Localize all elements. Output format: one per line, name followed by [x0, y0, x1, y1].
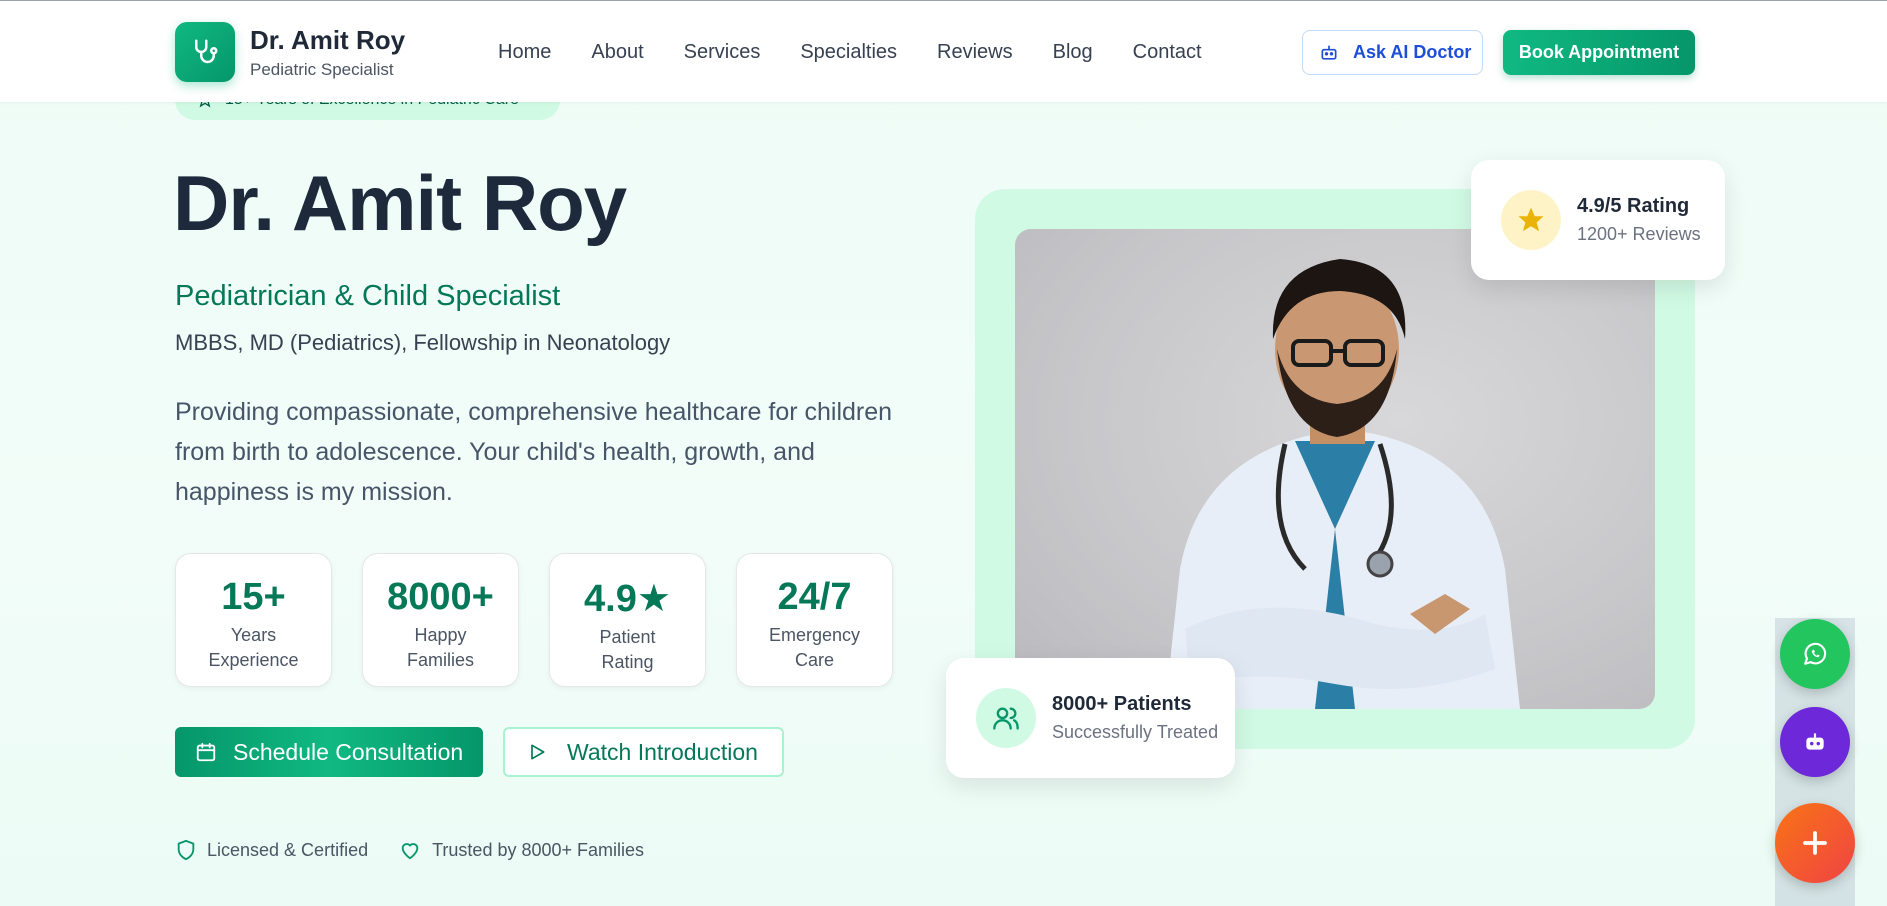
- play-icon: [531, 744, 545, 760]
- star-icon: [1518, 207, 1544, 232]
- quick-actions-button[interactable]: [1775, 803, 1855, 883]
- stat-value: 15+: [221, 576, 286, 618]
- nav-home[interactable]: Home: [498, 41, 551, 64]
- stat-card-experience: 15+ Years Experience: [175, 553, 332, 687]
- watch-introduction-label: Watch Introduction: [567, 738, 758, 765]
- stethoscope-icon: [195, 39, 218, 64]
- hero-subtitle: Pediatrician & Child Specialist: [175, 280, 561, 312]
- nav-contact[interactable]: Contact: [1133, 41, 1202, 64]
- trust-indicators: Licensed & Certified Trusted by 8000+ Fa…: [175, 838, 674, 862]
- patients-subtitle: Successfully Treated: [1052, 722, 1219, 742]
- heart-icon: [401, 843, 419, 860]
- brand-name[interactable]: Dr. Amit Roy: [250, 25, 405, 56]
- watch-introduction-button[interactable]: Watch Introduction: [503, 727, 784, 777]
- stat-value: 24/7: [777, 576, 852, 618]
- stats-row: 15+ Years Experience 8000+ Happy Familie…: [175, 553, 923, 687]
- rating-card: 4.9/5 Rating 1200+ Reviews: [1471, 160, 1725, 280]
- trust-item-licensed: Licensed & Certified: [175, 838, 368, 862]
- logo[interactable]: [175, 22, 235, 82]
- plus-icon: [1803, 831, 1827, 855]
- book-appointment-button[interactable]: Book Appointment: [1503, 30, 1695, 75]
- robot-icon: [1321, 45, 1337, 60]
- patients-text: 8000+ Patients Successfully Treated: [1052, 693, 1218, 743]
- ask-ai-doctor-label: Ask AI Doctor: [1353, 42, 1472, 62]
- shield-icon: [177, 839, 195, 861]
- nav-services[interactable]: Services: [684, 41, 761, 64]
- hero-title: Dr. Amit Roy: [173, 159, 627, 247]
- stat-label: Happy Families: [406, 625, 474, 670]
- ask-ai-doctor-button[interactable]: Ask AI Doctor: [1302, 30, 1483, 75]
- nav-about[interactable]: About: [591, 41, 643, 64]
- nav-specialties[interactable]: Specialties: [800, 41, 897, 64]
- hero-description: Providing compassionate, comprehensive h…: [175, 398, 893, 506]
- schedule-consultation-label: Schedule Consultation: [233, 738, 464, 765]
- stat-label: Emergency Care: [768, 625, 861, 670]
- doctor-photo: [1015, 229, 1655, 709]
- whatsapp-icon: [1804, 642, 1827, 665]
- credentials: MBBS, MD (Pediatrics), Fellowship in Neo…: [175, 330, 671, 355]
- main-nav: Home About Services Specialties Reviews …: [498, 41, 1242, 64]
- users-icon: [993, 707, 1019, 730]
- doctor-illustration: [1165, 259, 1520, 709]
- rating-subtitle: 1200+ Reviews: [1577, 224, 1701, 244]
- site-header: Dr. Amit Roy Pediatric Specialist Home A…: [0, 0, 1887, 102]
- nav-reviews[interactable]: Reviews: [937, 41, 1013, 64]
- robot-icon: [1806, 733, 1824, 750]
- trust-label: Trusted by 8000+ Families: [432, 839, 645, 860]
- users-badge: [976, 688, 1036, 748]
- stat-card-rating: 4.9★ Patient Rating: [549, 553, 706, 687]
- calendar-icon: [196, 742, 216, 762]
- stat-card-families: 8000+ Happy Families: [362, 553, 519, 687]
- patients-card: 8000+ Patients Successfully Treated: [946, 658, 1235, 778]
- schedule-consultation-button[interactable]: Schedule Consultation: [175, 727, 483, 777]
- stat-card-emergency: 24/7 Emergency Care: [736, 553, 893, 687]
- trust-label: Licensed & Certified: [207, 839, 369, 860]
- nav-blog[interactable]: Blog: [1053, 41, 1093, 64]
- brand-subtitle: Pediatric Specialist: [250, 60, 394, 79]
- ai-chat-button[interactable]: [1780, 707, 1850, 777]
- star-badge: [1501, 190, 1561, 250]
- stat-label: Patient Rating: [599, 627, 656, 672]
- trust-item-families: Trusted by 8000+ Families: [398, 839, 644, 861]
- stat-label: Years Experience: [208, 625, 299, 670]
- whatsapp-button[interactable]: [1780, 619, 1850, 689]
- stat-value: 8000+: [387, 576, 494, 618]
- rating-title: 4.9/5 Rating: [1577, 195, 1690, 217]
- patients-title: 8000+ Patients: [1052, 693, 1192, 715]
- stat-value: 4.9★: [584, 578, 671, 620]
- rating-text: 4.9/5 Rating 1200+ Reviews: [1577, 195, 1701, 245]
